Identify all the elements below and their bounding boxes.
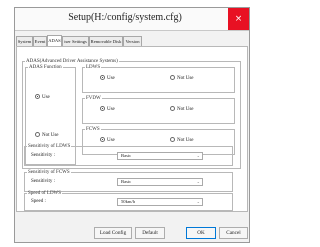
adas-group-legend: ADAS(Advanced Driver Assistance Systems) [26,59,118,64]
radio-checked-icon [100,137,105,142]
radio-unchecked-icon [170,137,175,142]
tab-system[interactable]: System [16,36,33,46]
fvdw-use-radio[interactable]: Use [100,106,115,113]
fvdw-not-use-label: Not Use [177,107,194,112]
window-title: Setup(H:/config/system.cfg) [68,12,182,23]
fvdw-not-use-radio[interactable]: Not Use [170,106,194,113]
adas-tab-panel: ADAS(Advanced Driver Assistance Systems)… [16,46,248,212]
tab-event[interactable]: Event [33,36,47,46]
sensitivity-fcws-select[interactable]: Basic ⌄ [117,178,203,186]
ldws-use-label: Use [107,76,115,81]
adas-function-use-label: Use [42,95,50,100]
sensitivity-fcws-label: Sensitivity : [31,179,56,184]
radio-checked-icon [100,106,105,111]
chevron-down-icon: ⌄ [196,179,200,184]
ldws-group: LDWS Use Not Use [82,65,235,93]
radio-unchecked-icon [170,75,175,80]
sensitivity-ldws-select[interactable]: Basic ⌄ [117,152,203,160]
ldws-not-use-radio[interactable]: Not Use [170,75,194,82]
cancel-button[interactable]: Cancel [219,227,248,239]
sensitivity-ldws-label: Sensitivity : [31,153,56,158]
ldws-use-radio[interactable]: Use [100,75,115,82]
close-button[interactable]: × [228,8,249,30]
fcws-not-use-radio[interactable]: Not Use [170,137,194,144]
default-button[interactable]: Default [135,227,165,239]
speed-ldws-select[interactable]: 50km/h ⌄ [117,198,203,206]
ldws-not-use-label: Not Use [177,76,194,81]
radio-checked-icon [35,94,40,99]
adas-function-legend: ADAS Function [29,65,62,70]
sensitivity-fcws-group: Sensitivity of FCWS Sensitivity : Basic … [24,170,233,192]
radio-unchecked-icon [170,106,175,111]
speed-ldws-group: Speed of LDWS Speed : 50km/h ⌄ [24,191,233,211]
speed-ldws-value: 50km/h [121,199,136,204]
fcws-legend: FCWS [86,127,100,132]
ldws-legend: LDWS [86,65,101,70]
radio-unchecked-icon [35,132,40,137]
radio-checked-icon [100,75,105,80]
fcws-use-radio[interactable]: Use [100,137,115,144]
adas-function-use-radio[interactable]: Use [35,94,50,101]
chevron-down-icon: ⌄ [196,153,200,158]
fvdw-group: FVDW Use Not Use [82,96,235,124]
sensitivity-ldws-legend: Sensitivity of LDWS [28,144,71,149]
tab-removable-disk[interactable]: Removable Disk [89,36,123,46]
fvdw-use-label: Use [107,107,115,112]
setup-dialog: Setup(H:/config/system.cfg) × System Eve… [14,7,250,243]
sensitivity-fcws-legend: Sensitivity of FCWS [28,170,70,175]
ok-button[interactable]: OK [186,227,216,239]
adas-function-not-use-label: Not Use [42,133,59,138]
speed-ldws-label: Speed : [31,199,46,204]
speed-ldws-legend: Speed of LDWS [28,191,62,196]
tab-version[interactable]: Version [123,36,142,46]
adas-function-not-use-radio[interactable]: Not Use [35,132,59,139]
fcws-not-use-label: Not Use [177,138,194,143]
sensitivity-ldws-group: Sensitivity of LDWS Sensitivity : Basic … [24,144,233,166]
close-icon: × [234,14,243,24]
fvdw-legend: FVDW [86,96,101,101]
fcws-use-label: Use [107,138,115,143]
load-config-button[interactable]: Load Config [94,227,132,239]
sensitivity-fcws-value: Basic [121,179,132,184]
tab-user-settings[interactable]: iser Settings [62,36,89,46]
title-bar: Setup(H:/config/system.cfg) × [15,8,249,31]
chevron-down-icon: ⌄ [196,199,200,204]
sensitivity-ldws-value: Basic [121,153,132,158]
